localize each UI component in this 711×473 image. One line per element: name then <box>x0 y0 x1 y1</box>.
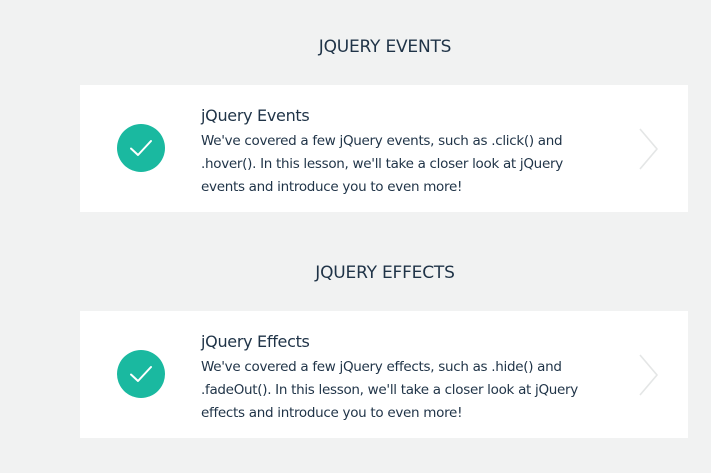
section-heading-effects: JQUERY EFFECTS <box>315 263 455 283</box>
checkmark-icon <box>117 350 165 398</box>
lesson-title: jQuery Effects <box>201 332 310 351</box>
lesson-description: We've covered a few jQuery effects, such… <box>201 359 579 421</box>
checkmark-icon <box>117 124 165 172</box>
lesson-card-events[interactable]: jQuery Events We've covered a few jQuery… <box>80 85 688 212</box>
lesson-description: We've covered a few jQuery events, such … <box>201 133 563 195</box>
chevron-right-icon[interactable] <box>638 127 660 175</box>
section-heading-events: JQUERY EVENTS <box>318 37 452 57</box>
lesson-card-effects[interactable]: jQuery Effects We've covered a few jQuer… <box>80 311 688 438</box>
chevron-right-icon[interactable] <box>638 353 660 401</box>
lesson-title: jQuery Events <box>201 106 310 125</box>
